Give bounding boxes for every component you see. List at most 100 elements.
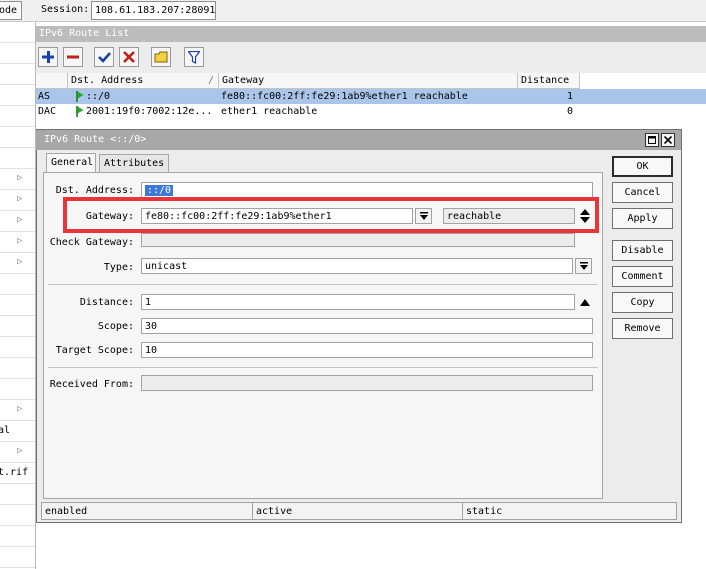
copy-button[interactable]: Copy bbox=[612, 292, 673, 313]
close-icon bbox=[664, 136, 672, 144]
status-enabled: enabled bbox=[42, 503, 253, 519]
submenu-arrow-icon: ▷ bbox=[17, 446, 23, 456]
row-gateway: fe80::fc00:2ff:fe29:1ab9%ether1 reachabl… bbox=[221, 91, 468, 102]
column-header-gateway[interactable]: Gateway bbox=[219, 73, 518, 89]
disable-button[interactable]: Disable bbox=[612, 240, 673, 261]
scope-label: Scope: bbox=[97, 321, 134, 332]
remove-icon bbox=[67, 55, 79, 59]
disable-x-icon bbox=[123, 51, 135, 63]
highlight-box bbox=[63, 197, 599, 233]
menu-row[interactable]: ▷ bbox=[0, 211, 35, 232]
scope-field[interactable]: 30 bbox=[141, 318, 593, 334]
row-distance: 0 bbox=[566, 106, 573, 117]
menu-row[interactable]: ▷ bbox=[0, 190, 35, 211]
type-label: Type: bbox=[103, 262, 134, 273]
menu-item-label: al bbox=[0, 425, 11, 436]
menu-row[interactable] bbox=[0, 22, 35, 43]
menu-row[interactable] bbox=[0, 547, 35, 568]
filter-button[interactable] bbox=[184, 47, 204, 67]
status-static: static bbox=[466, 506, 503, 517]
submenu-arrow-icon: ▷ bbox=[17, 404, 23, 414]
submenu-arrow-icon: ▷ bbox=[17, 215, 23, 225]
menu-row[interactable]: al bbox=[0, 421, 35, 442]
menu-row[interactable] bbox=[0, 64, 35, 85]
column-header-flags[interactable] bbox=[36, 73, 68, 89]
menu-row[interactable] bbox=[0, 316, 35, 337]
left-menu: ▷ ▷ ▷ ▷ ▷ ▷ al ▷ t.rif bbox=[0, 22, 36, 569]
menu-row[interactable]: ▷ bbox=[0, 400, 35, 421]
check-gateway-field[interactable] bbox=[141, 233, 575, 247]
menu-row[interactable]: ▷ bbox=[0, 253, 35, 274]
add-icon bbox=[42, 51, 54, 63]
maximize-button[interactable] bbox=[645, 133, 659, 147]
chevron-up-icon bbox=[580, 298, 590, 306]
type-dropdown-button[interactable] bbox=[575, 258, 592, 274]
menu-row[interactable] bbox=[0, 85, 35, 106]
disable-button[interactable] bbox=[119, 47, 139, 67]
ok-button[interactable]: OK bbox=[612, 156, 673, 177]
status-active: active bbox=[253, 503, 463, 519]
cancel-button[interactable]: Cancel bbox=[612, 182, 673, 203]
menu-row[interactable] bbox=[0, 148, 35, 169]
dst-address-field[interactable]: ::/0 bbox=[141, 182, 593, 198]
route-list-title: IPv6 Route List bbox=[36, 26, 706, 42]
submenu-arrow-icon: ▷ bbox=[17, 173, 23, 183]
tab-attributes[interactable]: Attributes bbox=[99, 154, 169, 172]
add-button[interactable] bbox=[38, 47, 58, 67]
section-divider bbox=[48, 284, 598, 285]
maximize-icon bbox=[648, 136, 656, 144]
column-header-dst-address[interactable]: Dst. Address / bbox=[68, 73, 219, 89]
menu-row[interactable] bbox=[0, 337, 35, 358]
route-list-toolbar bbox=[36, 42, 706, 73]
submenu-arrow-icon: ▷ bbox=[17, 236, 23, 246]
menu-row[interactable]: t.rif bbox=[0, 463, 35, 484]
active-route-flag-icon bbox=[76, 106, 84, 117]
comment-icon bbox=[154, 51, 168, 63]
menu-row[interactable] bbox=[0, 274, 35, 295]
row-distance: 1 bbox=[566, 91, 573, 102]
dialog-title: IPv6 Route <::/0> bbox=[36, 130, 681, 150]
menu-row[interactable]: ▷ bbox=[0, 442, 35, 463]
received-from-field bbox=[141, 375, 593, 391]
section-divider bbox=[48, 367, 598, 368]
row-dst-address: 2001:19f0:7002:12e... bbox=[86, 106, 213, 117]
menu-row[interactable] bbox=[0, 127, 35, 148]
session-input[interactable]: 108.61.183.207:28091 bbox=[91, 1, 216, 20]
target-scope-label: Target Scope: bbox=[55, 345, 134, 356]
filter-icon bbox=[188, 50, 200, 64]
remove-button[interactable]: Remove bbox=[612, 318, 673, 339]
distance-up-button[interactable] bbox=[578, 296, 592, 308]
column-header-label: Dst. Address bbox=[71, 75, 144, 86]
submenu-arrow-icon: ▷ bbox=[17, 194, 23, 204]
enable-check-icon bbox=[97, 52, 111, 63]
menu-row[interactable] bbox=[0, 358, 35, 379]
target-scope-field[interactable]: 10 bbox=[141, 342, 593, 358]
menu-row[interactable] bbox=[0, 295, 35, 316]
menu-row[interactable] bbox=[0, 505, 35, 526]
comment-button[interactable]: Comment bbox=[612, 266, 673, 287]
table-row[interactable]: AS ::/0 fe80::fc00:2ff:fe29:1ab9%ether1 … bbox=[36, 89, 706, 104]
tab-general[interactable]: General bbox=[46, 153, 96, 172]
menu-row[interactable]: ▷ bbox=[0, 232, 35, 253]
remove-button[interactable] bbox=[63, 47, 83, 67]
distance-field[interactable]: 1 bbox=[141, 294, 575, 310]
menu-row[interactable] bbox=[0, 43, 35, 64]
menu-row[interactable] bbox=[0, 526, 35, 547]
comment-button[interactable] bbox=[151, 47, 171, 67]
row-dst-address: ::/0 bbox=[86, 91, 111, 102]
submenu-arrow-icon: ▷ bbox=[17, 257, 23, 267]
menu-row[interactable] bbox=[0, 379, 35, 400]
column-header-distance[interactable]: Distance bbox=[518, 73, 580, 89]
row-flags: DAC bbox=[38, 106, 57, 117]
table-row[interactable]: DAC 2001:19f0:7002:12e... ether1 reachab… bbox=[36, 104, 580, 119]
menu-row[interactable]: ▷ bbox=[0, 169, 35, 190]
menu-row[interactable] bbox=[0, 106, 35, 127]
apply-button[interactable]: Apply bbox=[612, 208, 673, 229]
type-select[interactable]: unicast bbox=[141, 258, 573, 274]
menu-row[interactable] bbox=[0, 484, 35, 505]
enable-button[interactable] bbox=[94, 47, 114, 67]
sort-indicator-icon: / bbox=[208, 75, 215, 86]
mode-button[interactable]: ode bbox=[0, 1, 22, 20]
row-gateway: ether1 reachable bbox=[221, 106, 318, 117]
close-button[interactable] bbox=[661, 133, 675, 147]
